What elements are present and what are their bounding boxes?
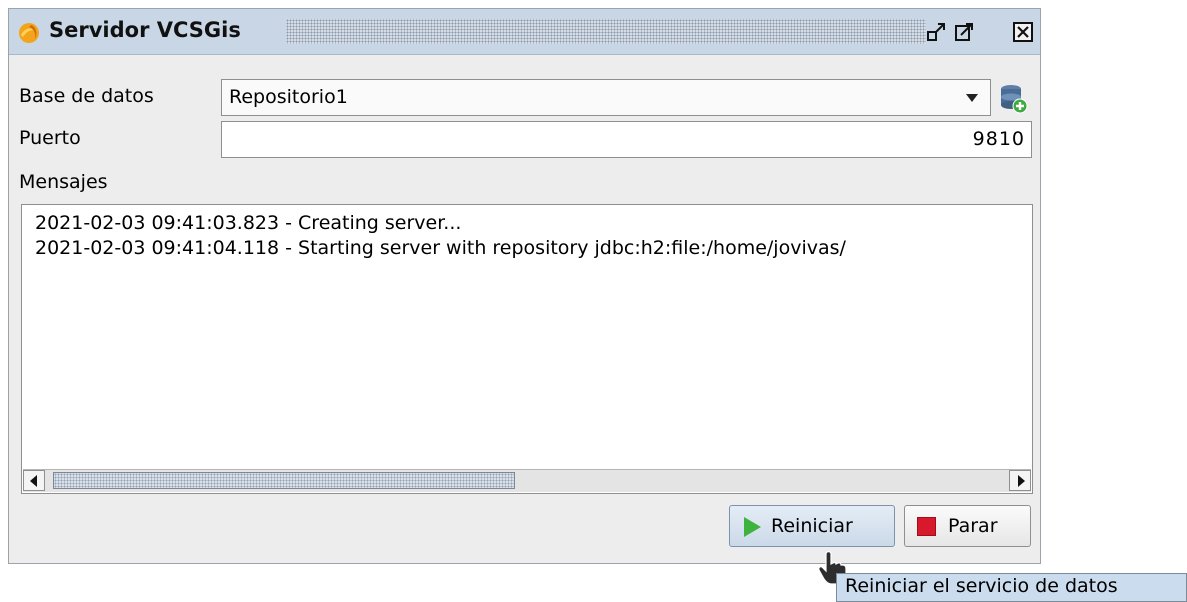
database-select[interactable]: Repositorio1 — [221, 79, 991, 116]
restart-button-label: Reiniciar — [771, 515, 853, 537]
database-label: Base de datos — [19, 85, 154, 107]
stop-icon — [917, 517, 936, 536]
scroll-right-button[interactable] — [1009, 470, 1031, 491]
message-line: 2021-02-03 09:41:04.118 - Starting serve… — [35, 237, 846, 259]
restore-window-icon[interactable] — [925, 21, 947, 43]
title-drag-area[interactable] — [286, 19, 926, 44]
stop-button-label: Parar — [948, 515, 998, 537]
chevron-down-icon[interactable] — [966, 94, 978, 102]
maximize-window-icon[interactable] — [953, 21, 975, 43]
scrollbar-thumb[interactable] — [53, 472, 515, 489]
horizontal-scrollbar[interactable] — [23, 469, 1031, 492]
database-select-value: Repositorio1 — [229, 86, 348, 108]
port-label: Puerto — [19, 127, 81, 149]
add-database-icon[interactable] — [999, 83, 1029, 115]
message-line: 2021-02-03 09:41:03.823 - Creating serve… — [35, 212, 462, 234]
close-window-icon[interactable] — [1012, 21, 1034, 43]
restart-tooltip: Reiniciar el servicio de datos — [836, 573, 1187, 602]
play-icon — [744, 517, 761, 537]
port-value: 9810 — [972, 128, 1025, 150]
arrow-left-icon — [30, 475, 37, 487]
restart-button[interactable]: Reiniciar — [729, 505, 895, 547]
stop-button[interactable]: Parar — [904, 505, 1031, 547]
scroll-left-button[interactable] — [23, 470, 45, 491]
port-field[interactable]: 9810 — [221, 121, 1032, 158]
window-title: Servidor VCSGis — [49, 18, 241, 42]
app-logo-icon — [19, 23, 39, 43]
messages-area[interactable]: 2021-02-03 09:41:03.823 - Creating serve… — [21, 204, 1033, 494]
messages-label: Mensajes — [19, 171, 108, 193]
title-bar[interactable]: Servidor VCSGis — [9, 9, 1040, 55]
server-window: Servidor VCSGis Base de datos Repositori… — [8, 8, 1041, 564]
arrow-right-icon — [1018, 475, 1025, 487]
